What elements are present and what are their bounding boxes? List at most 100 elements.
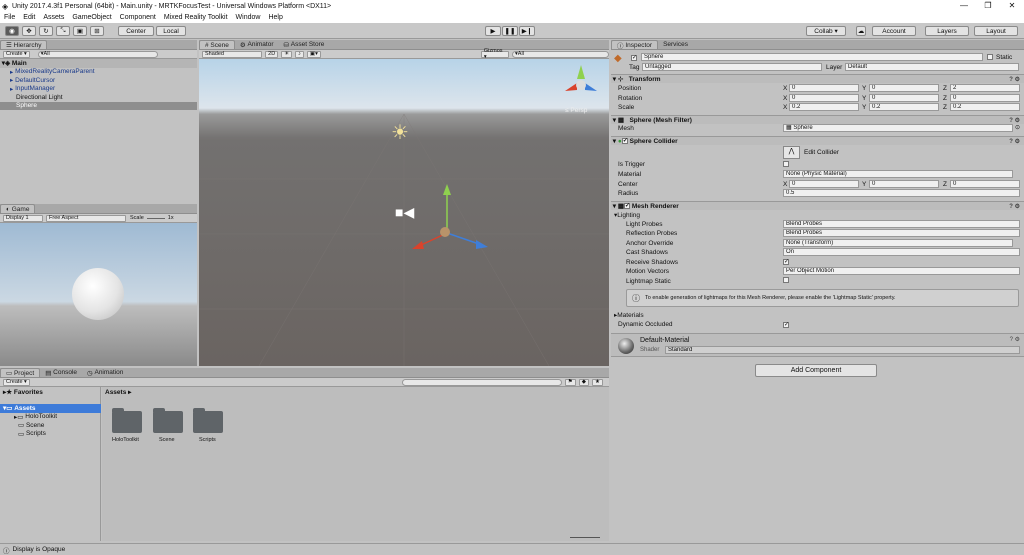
materials-foldout[interactable]: ▸Materials <box>614 311 644 319</box>
tree-item[interactable]: ▸▭ HoloToolkit <box>0 413 57 422</box>
object-name-input[interactable]: Sphere <box>641 53 983 61</box>
transform-header[interactable]: ▾ ⊹ Transform ? ⚙ <box>611 74 1024 83</box>
pause-icon[interactable]: ❚❚ <box>502 26 518 36</box>
audio-icon[interactable]: ♪ <box>295 50 304 58</box>
game-viewport[interactable] <box>0 223 197 366</box>
component-settings-icon[interactable]: ? ⚙ <box>1009 138 1020 145</box>
transform-tool-icon[interactable]: ⊞ <box>90 26 104 36</box>
layers-button[interactable]: Layers <box>925 26 969 36</box>
scene-viewport[interactable]: ☀ ■◀ ≤ Persp <box>199 59 609 366</box>
image-icon[interactable]: ▣▾ <box>306 50 321 58</box>
folder-icon[interactable] <box>112 408 142 433</box>
position-y-input[interactable]: 0 <box>869 84 939 92</box>
menu-window[interactable]: Window <box>236 14 261 21</box>
menu-gameobject[interactable]: GameObject <box>72 14 111 21</box>
static-checkbox[interactable] <box>987 54 993 62</box>
light-icon[interactable]: ☀ <box>281 50 293 58</box>
gizmos-button[interactable]: Gizmos ▾ <box>480 48 510 60</box>
mesh-filter-header[interactable]: ▾ ▦ Sphere (Mesh Filter) ? ⚙ <box>611 115 1024 124</box>
directional-light-icon[interactable]: ☀ <box>391 123 409 143</box>
is-trigger-checkbox[interactable] <box>783 161 789 169</box>
hierarchy-create-button[interactable]: Create ▾ <box>3 50 30 58</box>
position-z-input[interactable]: 2 <box>950 84 1020 92</box>
physic-material-field[interactable]: None (Physic Material) <box>783 170 1013 178</box>
add-component-button[interactable]: Add Component <box>755 364 877 377</box>
persp-label[interactable]: ≤ Persp <box>565 107 587 114</box>
menu-file[interactable]: File <box>4 14 15 21</box>
folder-icon[interactable] <box>193 408 223 433</box>
tab-console[interactable]: ▤ Console <box>40 368 82 377</box>
tree-item[interactable]: ▭ Scene <box>0 421 44 430</box>
edit-collider-icon[interactable]: ⋀ <box>783 146 800 159</box>
list-item[interactable]: ▸ DefaultCursor <box>0 76 55 85</box>
assets-node[interactable]: ▾▭ Assets <box>0 404 101 413</box>
light-probes-select[interactable]: Blend Probes <box>783 220 1020 228</box>
active-checkbox[interactable]: ✓ <box>631 54 637 61</box>
account-button[interactable]: Account <box>872 26 916 36</box>
rotate-tool-icon[interactable]: ↻ <box>39 26 53 36</box>
lighting-foldout[interactable]: ▾Lighting <box>614 211 640 219</box>
folder-icon[interactable] <box>153 408 183 433</box>
breadcrumb[interactable]: Assets ▸ <box>105 388 131 396</box>
project-search-input[interactable] <box>401 378 562 386</box>
tab-scene[interactable]: # Scene <box>199 40 235 49</box>
space-button[interactable]: Local <box>156 26 186 36</box>
tab-game[interactable]: ◐ Game <box>0 204 36 213</box>
rotation-y-input[interactable]: 0 <box>869 94 939 102</box>
center-x-input[interactable]: 0 <box>789 180 859 188</box>
list-item[interactable]: ▸ InputManager <box>0 85 55 94</box>
collider-enabled-checkbox[interactable]: ✓ <box>621 138 628 144</box>
rotation-x-input[interactable]: 0 <box>789 94 859 102</box>
radius-input[interactable]: 0.5 <box>783 189 1020 197</box>
list-item-selected[interactable]: Sphere <box>0 101 197 110</box>
star-icon[interactable]: ★ <box>591 378 603 386</box>
shader-select[interactable]: Standard <box>665 346 1020 354</box>
hierarchy-search-input[interactable]: ▾All <box>37 50 158 58</box>
tab-inspector[interactable]: ⓘ Inspector <box>611 40 659 50</box>
center-y-input[interactable]: 0 <box>869 180 939 188</box>
scale-y-input[interactable]: 0.2 <box>869 103 939 111</box>
center-z-input[interactable]: 0 <box>950 180 1020 188</box>
icon-size-slider[interactable] <box>570 537 600 538</box>
maximize-button[interactable]: ❐ <box>976 0 1000 12</box>
pivot-button[interactable]: Center <box>118 26 154 36</box>
renderer-header[interactable]: ▾ ▦ ✓ Mesh Renderer? ⚙ <box>611 201 1024 210</box>
component-settings-icon[interactable]: ? ⚙ <box>1009 76 1020 83</box>
play-icon[interactable]: ▶ <box>485 26 501 36</box>
scale-tool-icon[interactable]: ⤡ <box>56 26 70 36</box>
mesh-field[interactable]: ▦ Sphere <box>783 124 1013 132</box>
component-settings-icon[interactable]: ? ⚙ <box>1010 336 1020 343</box>
tab-animation[interactable]: ◷ Animation <box>82 368 128 377</box>
tab-services[interactable]: Services <box>658 40 693 49</box>
tab-animator[interactable]: ⚙ Animator <box>235 40 279 49</box>
close-button[interactable]: ✕ <box>1000 0 1024 12</box>
motion-vectors-select[interactable]: Per Object Motion <box>783 267 1020 275</box>
collab-button[interactable]: Collab ▾ <box>806 26 846 36</box>
tree-item[interactable]: ▭ Scripts <box>0 430 46 439</box>
tag-select[interactable]: Untagged <box>642 63 822 71</box>
renderer-enabled-checkbox[interactable]: ✓ <box>624 203 630 209</box>
scene-search-input[interactable]: ▾All <box>512 50 609 58</box>
menu-help[interactable]: Help <box>268 14 282 21</box>
layer-select[interactable]: Default <box>845 63 1019 71</box>
cast-shadows-select[interactable]: On <box>783 248 1020 256</box>
minimize-button[interactable]: — <box>952 0 976 12</box>
anchor-override-field[interactable]: None (Transform) <box>783 239 1013 247</box>
component-settings-icon[interactable]: ? ⚙ <box>1009 203 1020 210</box>
list-item[interactable]: ▸ MixedRealityCameraParent <box>0 68 95 77</box>
menu-component[interactable]: Component <box>120 14 156 21</box>
project-create-button[interactable]: Create ▾ <box>3 378 30 386</box>
tab-hierarchy[interactable]: ☰ Hierarchy <box>0 40 48 49</box>
rotation-z-input[interactable]: 0 <box>950 94 1020 102</box>
position-x-input[interactable]: 0 <box>789 84 859 92</box>
collider-header[interactable]: ▾ ● ✓ Sphere Collider? ⚙ <box>611 136 1024 145</box>
layout-button[interactable]: Layout <box>974 26 1018 36</box>
tab-project[interactable]: ▭ Project <box>0 368 41 377</box>
receive-shadows-checkbox[interactable]: ✓ <box>783 258 789 265</box>
scale-x-input[interactable]: 0.2 <box>789 103 859 111</box>
menu-mrtk[interactable]: Mixed Reality Toolkit <box>164 14 228 21</box>
display-select[interactable]: Display 1 <box>3 214 43 222</box>
list-item[interactable]: Directional Light <box>0 93 63 102</box>
filter-label-icon[interactable]: ◆ <box>578 378 589 386</box>
menu-assets[interactable]: Assets <box>43 14 64 21</box>
